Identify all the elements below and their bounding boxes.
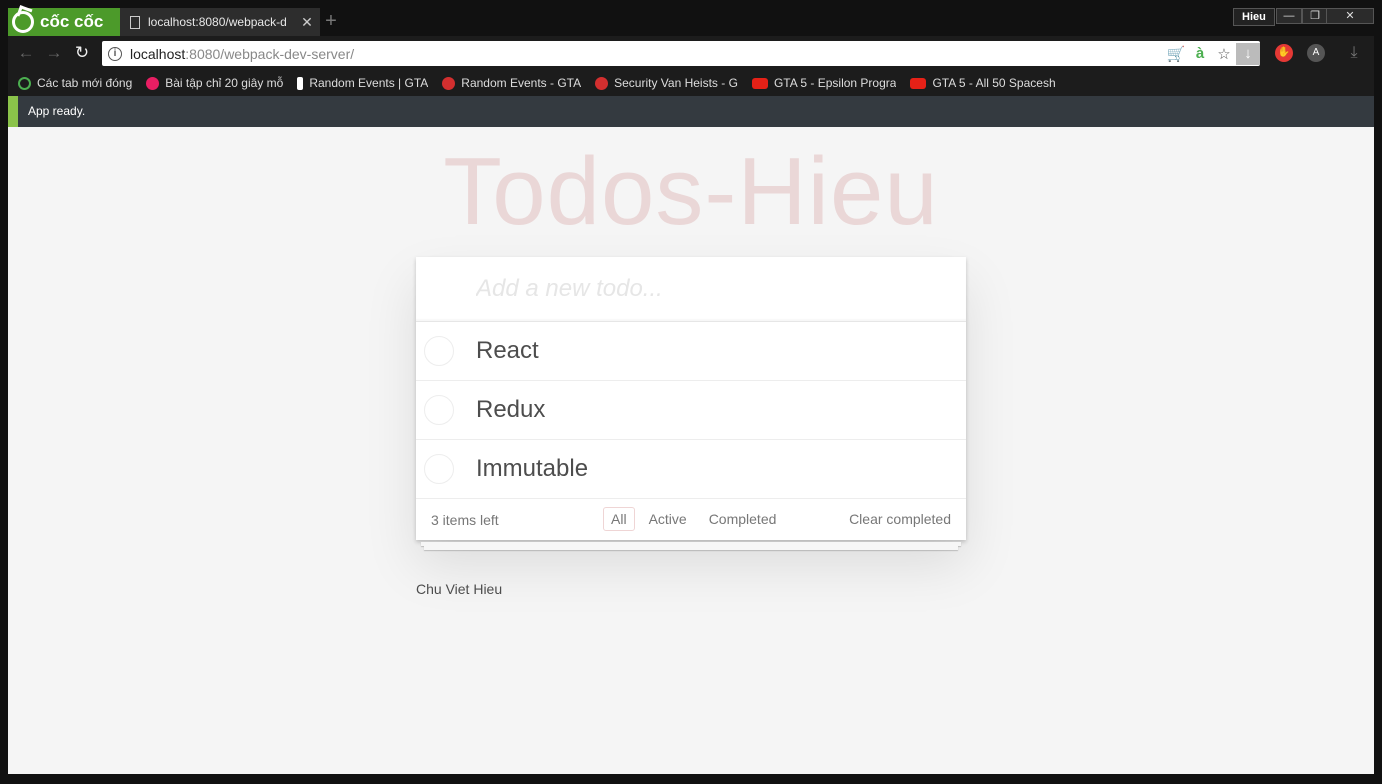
address-bar[interactable]: i localhost:8080/webpack-dev-server/ 🛒 à… bbox=[102, 41, 1260, 66]
todo-item: Redux bbox=[416, 381, 966, 440]
page-content: Todos-Hieu React Redux Immutable 3 items… bbox=[8, 127, 1374, 774]
new-todo-input[interactable] bbox=[476, 275, 966, 303]
url-path: :8080/webpack-dev-server/ bbox=[185, 45, 355, 62]
bookmark-item[interactable]: GTA 5 - Epsilon Progra bbox=[751, 76, 897, 90]
tab-title: localhost:8080/webpack-d bbox=[148, 15, 287, 29]
todo-toggle-checkbox[interactable] bbox=[424, 395, 454, 425]
bookmark-item[interactable]: GTA 5 - All 50 Spacesh bbox=[910, 76, 1056, 90]
toolbar: ← → ↻ i localhost:8080/webpack-dev-serve… bbox=[8, 36, 1374, 70]
bookmark-label: GTA 5 - All 50 Spacesh bbox=[932, 76, 1056, 90]
gta-icon bbox=[442, 76, 456, 90]
youtube-icon bbox=[910, 77, 927, 89]
todo-item: Immutable bbox=[416, 440, 966, 499]
bookmarks-bar: Các tab mới đóng Bài tập chỉ 20 giây mỗ … bbox=[8, 70, 1374, 96]
browser-window: cốc cốc localhost:8080/webpack-d ✕ + Hie… bbox=[0, 0, 1382, 784]
close-window-button[interactable]: ✕ bbox=[1326, 8, 1374, 24]
bookmark-label: GTA 5 - Epsilon Progra bbox=[773, 76, 897, 90]
bookmark-label: Bài tập chỉ 20 giây mỗ bbox=[165, 76, 284, 90]
face-icon bbox=[146, 76, 160, 90]
url-text[interactable]: localhost:8080/webpack-dev-server/ bbox=[130, 46, 1164, 62]
bookmark-label: Random Events | GTA bbox=[309, 76, 429, 90]
info-icon bbox=[297, 76, 304, 90]
brand-name: cốc cốc bbox=[40, 12, 104, 31]
gta-icon bbox=[595, 76, 609, 90]
page-title: Todos-Hieu bbox=[443, 138, 939, 245]
todo-label[interactable]: Immutable bbox=[476, 455, 588, 483]
bookmark-label: Security Van Heists - G bbox=[614, 76, 738, 90]
items-left-count: 3 items left bbox=[431, 511, 499, 528]
todo-label[interactable]: Redux bbox=[476, 396, 545, 424]
back-icon[interactable]: ← bbox=[16, 43, 36, 63]
new-todo-row bbox=[416, 257, 966, 322]
bookmark-label: Random Events - GTA bbox=[461, 76, 582, 90]
bookmark-item[interactable]: Các tab mới đóng bbox=[18, 76, 132, 90]
clear-completed-button[interactable]: Clear completed bbox=[849, 511, 951, 527]
restore-icon bbox=[18, 76, 31, 90]
bookmark-item[interactable]: Security Van Heists - G bbox=[595, 76, 738, 90]
todo-label[interactable]: React bbox=[476, 337, 539, 365]
author-credit: Chu Viet Hieu bbox=[416, 581, 503, 597]
todo-toggle-checkbox[interactable] bbox=[424, 454, 454, 484]
todo-footer: 3 items left All Active Completed Clear … bbox=[416, 499, 966, 540]
tab-active[interactable]: localhost:8080/webpack-d ✕ bbox=[120, 8, 320, 36]
url-host: localhost bbox=[130, 45, 186, 62]
restore-button[interactable]: ❐ bbox=[1302, 8, 1328, 24]
coccoc-menu-button[interactable]: cốc cốc bbox=[8, 8, 120, 36]
app-status-bar: App ready. bbox=[8, 96, 1374, 127]
youtube-icon bbox=[751, 77, 768, 89]
download-media-icon[interactable]: ↓ bbox=[1236, 42, 1260, 65]
document-icon bbox=[130, 15, 140, 29]
bookmark-star-icon[interactable]: ☆ bbox=[1212, 45, 1236, 63]
translate-icon[interactable]: à bbox=[1188, 45, 1212, 62]
bookmark-item[interactable]: Random Events - GTA bbox=[442, 76, 581, 90]
new-tab-button[interactable]: + bbox=[322, 11, 340, 31]
bookmark-item[interactable]: Random Events | GTA bbox=[297, 76, 428, 90]
minimize-button[interactable]: — bbox=[1276, 8, 1302, 24]
adblock-icon[interactable]: ✋ bbox=[1275, 44, 1293, 62]
todo-item: React bbox=[416, 322, 966, 381]
tab-close-icon[interactable]: ✕ bbox=[298, 14, 316, 31]
downloads-icon[interactable]: ⤓ bbox=[1345, 44, 1363, 62]
filter-list: All Active Completed bbox=[600, 507, 787, 531]
filter-completed[interactable]: Completed bbox=[701, 507, 785, 531]
forward-icon[interactable]: → bbox=[44, 43, 64, 63]
extension-a-icon[interactable]: A bbox=[1307, 44, 1325, 62]
todo-toggle-checkbox[interactable] bbox=[424, 336, 454, 366]
profile-button[interactable]: Hieu bbox=[1233, 8, 1275, 26]
coccoc-logo-icon bbox=[12, 11, 34, 33]
card-stack-shadow bbox=[424, 546, 958, 550]
shopping-cart-icon[interactable]: 🛒 bbox=[1164, 45, 1188, 63]
site-info-icon[interactable]: i bbox=[108, 46, 122, 61]
filter-all[interactable]: All bbox=[603, 507, 635, 531]
filter-active[interactable]: Active bbox=[641, 507, 695, 531]
tab-strip: cốc cốc localhost:8080/webpack-d ✕ + Hie… bbox=[8, 8, 1374, 36]
todo-app: React Redux Immutable 3 items left All A… bbox=[416, 257, 966, 540]
reload-icon[interactable]: ↻ bbox=[72, 43, 92, 63]
bookmark-item[interactable]: Bài tập chỉ 20 giây mỗ bbox=[146, 76, 283, 90]
bookmark-label: Các tab mới đóng bbox=[37, 76, 133, 90]
